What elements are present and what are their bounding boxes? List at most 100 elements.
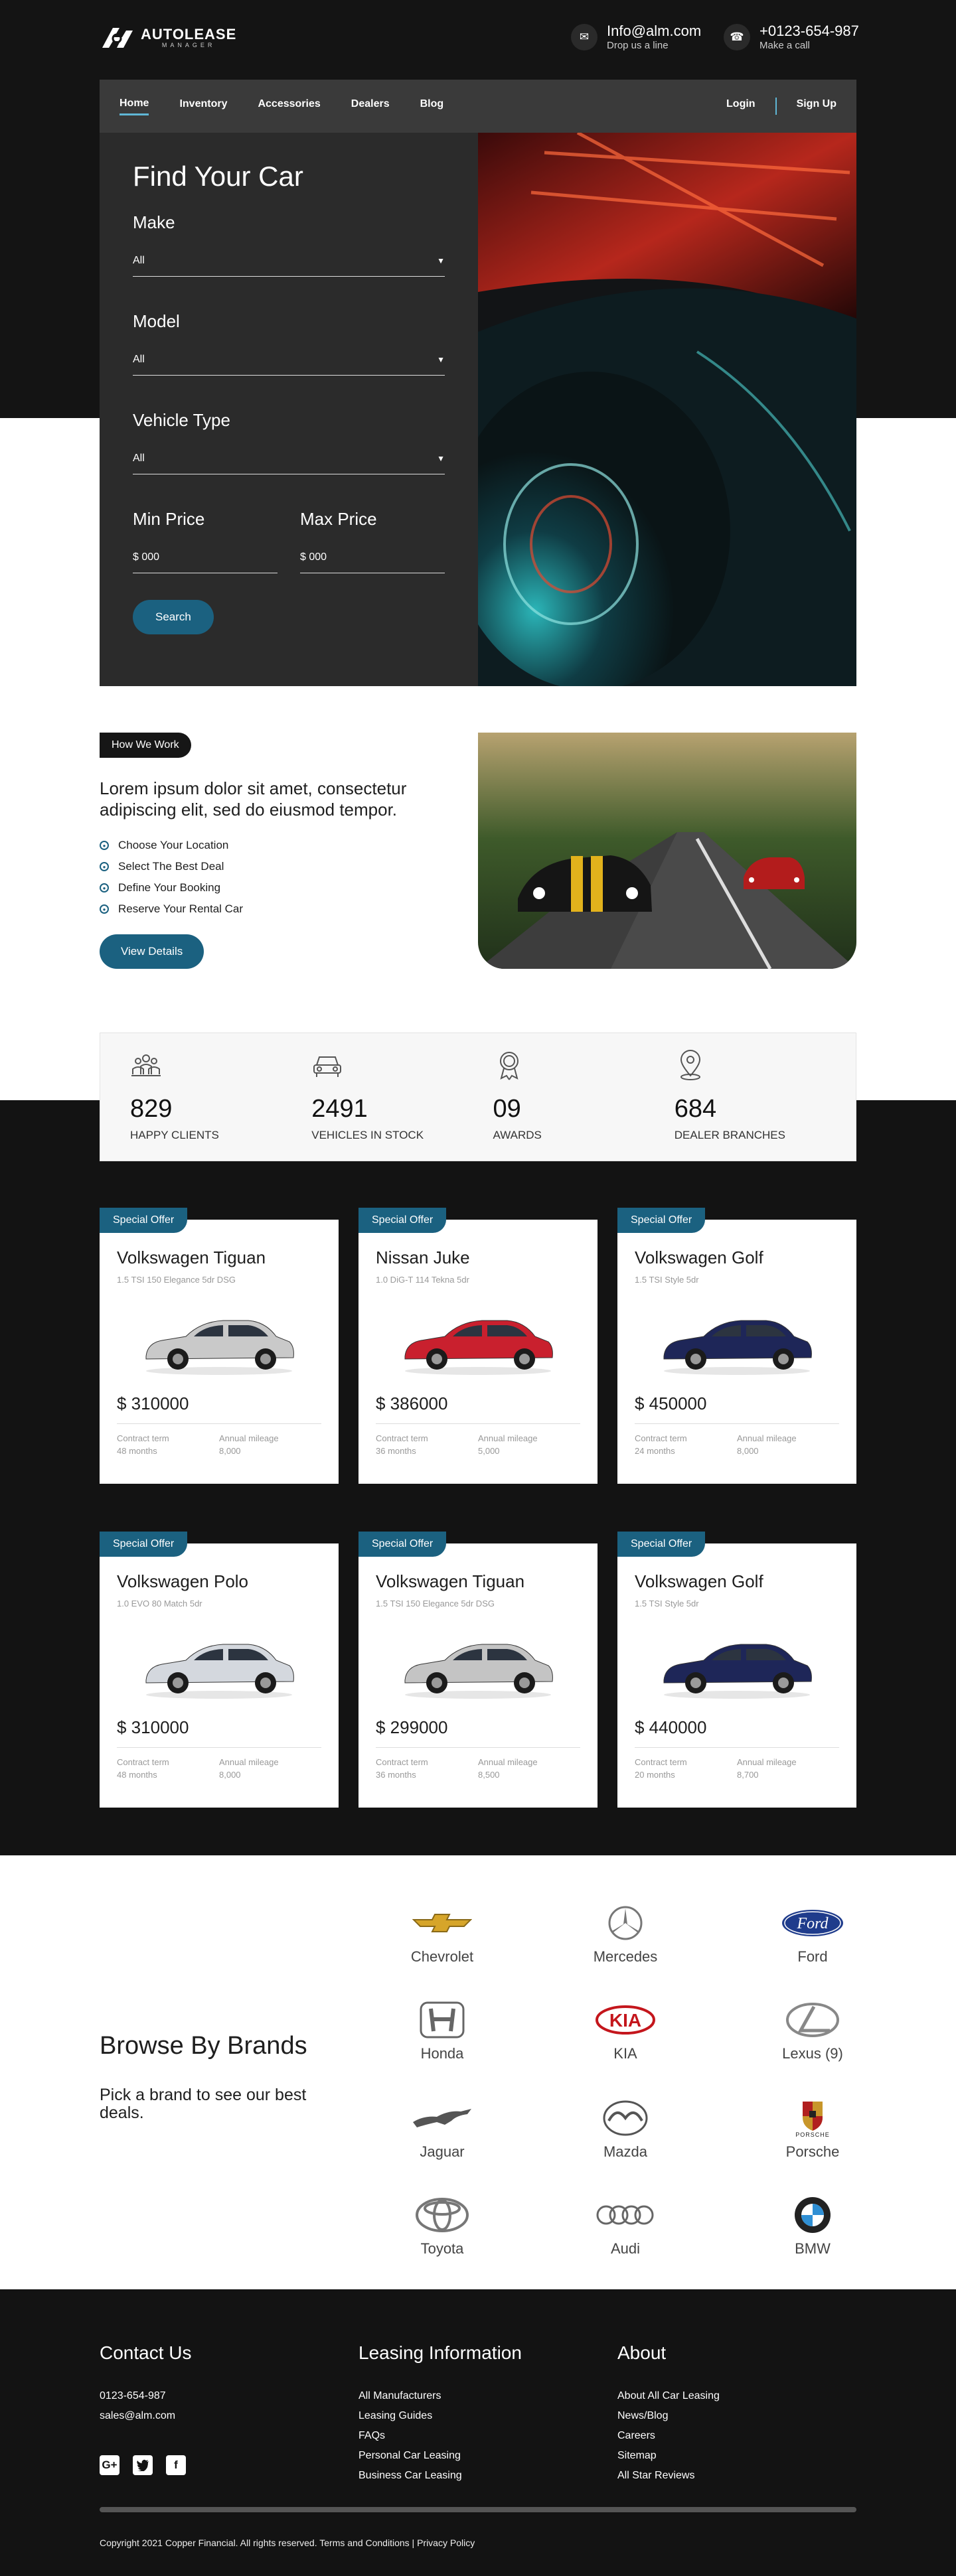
car-side-image [145,1644,294,1699]
google-plus-icon[interactable]: G+ [100,2455,120,2475]
model-select[interactable]: All ▼ [133,349,445,376]
brand-toyota[interactable]: Toyota [376,2195,509,2257]
max-price-input[interactable]: $ 000 [300,547,445,573]
card-meta: Contract term 48 months Annual mileage 8,00… [117,1432,321,1457]
vehicle-type-value: All [133,452,145,464]
offer-card[interactable]: Special Offer Volkswagen Golf 1.5 TSI Styl… [617,1532,856,1808]
footer-link[interactable]: Sitemap [617,2446,720,2466]
footer-link[interactable]: FAQs [358,2426,522,2446]
brand-honda[interactable]: Honda [376,2000,509,2062]
nav-dealers[interactable]: Dealers [351,98,390,114]
brand-audi[interactable]: Audi [559,2195,692,2257]
brand-label: Mazda [603,2143,648,2160]
brand-jaguar[interactable]: Jaguar [376,2098,509,2161]
card-meta: Contract term 36 months Annual mileage 8,50… [376,1756,580,1781]
max-price-label: Max Price [300,509,377,529]
social-links: G+ f [100,2455,192,2475]
car-price: $ 386000 [376,1394,448,1413]
brand-label: Audi [610,2240,641,2257]
vehicle-type-select[interactable]: All ▼ [133,448,445,474]
footer-link[interactable]: All Star Reviews [617,2466,720,2486]
special-offer-badge: Special Offer [617,1532,706,1557]
footer-divider [100,2507,856,2512]
signup-link[interactable]: Sign Up [797,98,836,114]
footer-link[interactable]: All Manufacturers [358,2386,522,2406]
stat-label: AWARDS [493,1129,542,1141]
mercedes-logo-icon [559,1903,692,1943]
award-medal-icon [499,1052,518,1080]
brand-porsche[interactable]: PORSCHE Porsche [746,2098,879,2161]
stat-label: DEALER BRANCHES [674,1129,785,1141]
annual-mileage-label: Annual mileage [219,1757,279,1767]
check-circle-icon: ● [100,862,109,871]
annual-mileage-value: 8,700 [737,1770,759,1780]
brands-subtitle: Pick a brand to see our best deals. [100,2086,307,2122]
porsche-logo-icon: PORSCHE [746,2098,879,2138]
min-price-input[interactable]: $ 000 [133,547,278,573]
search-button[interactable]: Search [133,600,214,634]
svg-text:Ford: Ford [796,1915,829,1932]
contract-term-label: Contract term [376,1433,428,1443]
logo-icon [102,28,133,48]
how-steps-list: ● Choose Your Location ● Select The Best D… [100,835,243,920]
vehicle-type-label: Vehicle Type [133,410,230,430]
car-price: $ 310000 [117,1394,189,1413]
car-side-image [663,1320,812,1375]
footer-email[interactable]: sales@alm.com [100,2406,192,2426]
offer-card[interactable]: Special Offer Volkswagen Tiguan 1.5 TSI 15… [358,1532,598,1808]
view-details-button[interactable]: View Details [100,934,204,969]
road-cars-image [478,733,856,969]
brand-kia[interactable]: KIA KIA [559,2000,692,2062]
footer-link[interactable]: Leasing Guides [358,2406,522,2426]
annual-mileage-label: Annual mileage [737,1433,797,1443]
brands-title: Browse By Brands [100,2032,307,2060]
car-name: Volkswagen Tiguan [376,1571,525,1591]
make-select[interactable]: All ▼ [133,250,445,277]
twitter-icon[interactable] [133,2455,153,2475]
footer-phone[interactable]: 0123-654-987 [100,2386,192,2406]
copyright-text: Copyright 2021 Copper Financial. All rig… [100,2538,475,2548]
annual-mileage-label: Annual mileage [478,1433,538,1443]
brand-mercedes[interactable]: Mercedes [559,1903,692,1966]
footer-link[interactable]: News/Blog [617,2406,720,2426]
brand-chevrolet[interactable]: Chevrolet [376,1903,509,1966]
nav-home[interactable]: Home [120,98,149,115]
offer-card[interactable]: Special Offer Volkswagen Polo 1.0 EVO 80 M… [100,1532,339,1808]
stat-awards: 09 AWARDS [493,1033,675,1161]
special-offer-badge: Special Offer [100,1208,188,1233]
footer-link[interactable]: Careers [617,2426,720,2446]
header-phone: +0123-654-987 [759,23,859,39]
annual-mileage-value: 8,000 [219,1770,241,1780]
brand-ford[interactable]: Ford Ford [746,1903,879,1966]
nav-inventory[interactable]: Inventory [179,98,227,114]
brand-logo[interactable]: AUTOLEASE MANAGER [100,25,236,50]
nav-accessories[interactable]: Accessories [258,98,320,114]
car-name: Volkswagen Tiguan [117,1248,266,1267]
brand-lexus[interactable]: Lexus (9) [746,2000,879,2062]
check-circle-icon: ● [100,883,109,893]
hero-car-image [478,133,856,686]
offer-card[interactable]: Special Offer Volkswagen Tiguan 1.5 TSI 15… [100,1208,339,1484]
header-email: Info@alm.com [607,23,702,39]
facebook-icon[interactable]: f [166,2455,186,2475]
header-phone-sub: Make a call [759,40,810,51]
offer-card[interactable]: Special Offer Volkswagen Golf 1.5 TSI Styl… [617,1208,856,1484]
footer-contact: Contact Us 0123-654-987 sales@alm.com G+… [100,2342,192,2475]
annual-mileage-label: Annual mileage [478,1757,538,1767]
nav-blog[interactable]: Blog [420,98,444,114]
email-contact[interactable]: ✉ Info@alm.com Drop us a line [571,23,701,51]
car-name: Volkswagen Golf [635,1571,763,1591]
mazda-logo-icon [559,2098,692,2138]
login-link[interactable]: Login [726,98,756,114]
phone-contact[interactable]: ☎ +0123-654-987 Make a call [724,23,859,51]
footer-link[interactable]: Personal Car Leasing [358,2446,522,2466]
how-we-work-text: Lorem ipsum dolor sit amet, consectetur … [100,778,407,820]
mail-icon: ✉ [571,23,598,50]
footer-heading: Contact Us [100,2342,192,2363]
footer-link[interactable]: About All Car Leasing [617,2386,720,2406]
brand-mazda[interactable]: Mazda [559,2098,692,2161]
offer-card[interactable]: Special Offer Nissan Juke 1.0 DiG-T 114 Te… [358,1208,598,1484]
footer-link[interactable]: Business Car Leasing [358,2466,522,2486]
kia-logo-icon: KIA [559,2000,692,2040]
brand-bmw[interactable]: BMW [746,2195,879,2257]
